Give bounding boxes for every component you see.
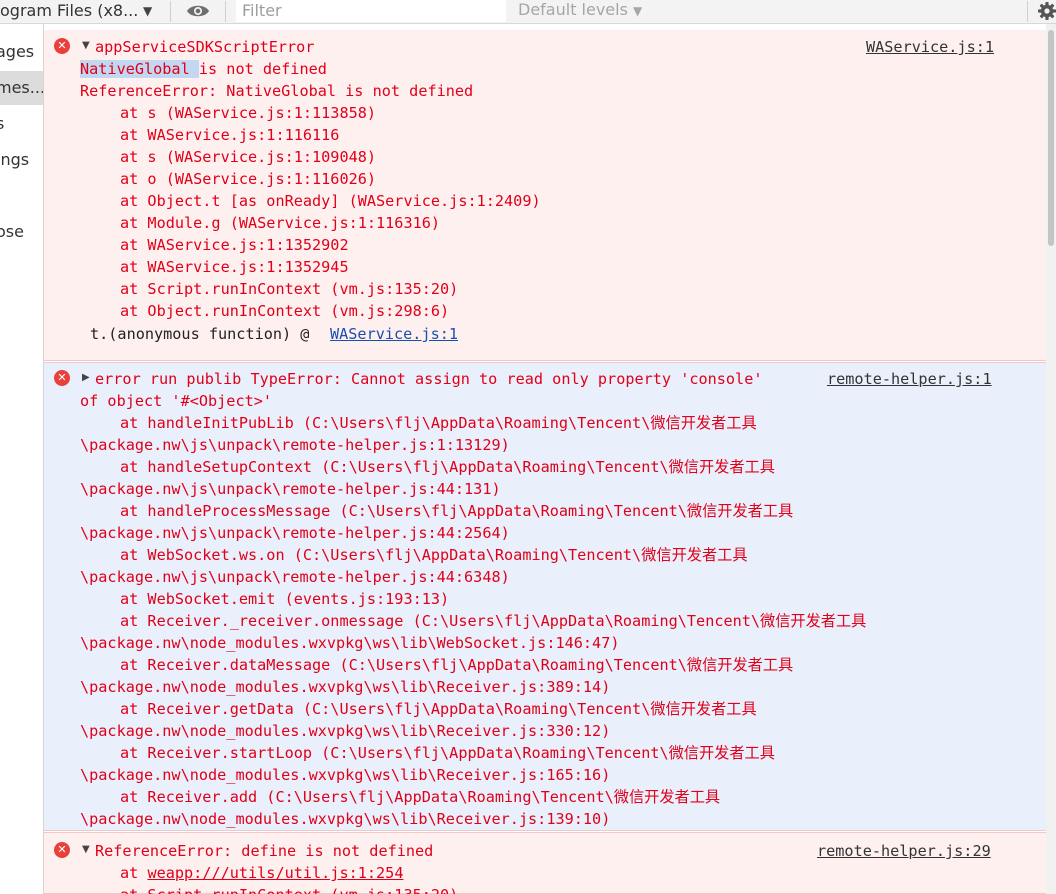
- stack-frame-cont: \package.nw\js\unpack\remote-helper.js:4…: [80, 568, 510, 586]
- stack-frame: at s (WAService.js:1:113858): [120, 104, 377, 122]
- stack-frame-cont: \package.nw\node_modules.wxvpkg\ws\lib\R…: [80, 678, 611, 696]
- log-levels-dropdown[interactable]: Default levels ▼: [518, 0, 642, 21]
- expanded-arrow-icon[interactable]: ▼: [82, 844, 90, 855]
- filter-input[interactable]: Filter: [236, 0, 506, 22]
- error-icon: ✕: [54, 842, 70, 858]
- stack-frame: at WebSocket.ws.on (C:\Users\flj\AppData…: [120, 546, 748, 564]
- stack-frame: at WAService.js:1:116116: [120, 126, 340, 144]
- console-error-message[interactable]: ✕ ▼ ReferenceError: define is not define…: [44, 832, 1046, 894]
- sidebar-item-errors[interactable]: s: [0, 107, 43, 141]
- source-link[interactable]: remote-helper.js:1: [827, 368, 992, 390]
- vertical-scrollbar[interactable]: [1046, 24, 1056, 894]
- dropdown-arrow-icon: ▼: [143, 4, 153, 18]
- stack-frame-cont: \package.nw\js\unpack\remote-helper.js:4…: [80, 524, 510, 542]
- collapsed-arrow-icon[interactable]: ▶: [82, 372, 90, 383]
- message-line: of object '#<Object>': [80, 392, 273, 410]
- stack-frame: at weapp:///utils/util.js:1:254: [120, 862, 403, 884]
- stack-frame-prefix: at: [120, 864, 148, 882]
- sidebar-item-selected[interactable]: mes...: [0, 71, 43, 105]
- stack-frame: at Receiver._receiver.onmessage (C:\User…: [120, 612, 867, 630]
- stack-frame-link[interactable]: weapp:///utils/util.js:1:254: [147, 864, 403, 882]
- sidebar-item-verbose[interactable]: ose: [0, 215, 43, 249]
- console-toolbar: ogram Files (x8... ▼ Filter Default leve…: [0, 0, 1056, 24]
- stack-frame: at WAService.js:1:1352945: [120, 258, 349, 276]
- stack-frame: at Receiver.startLoop (C:\Users\flj\AppD…: [120, 744, 775, 762]
- stack-frame: at WebSocket.emit (events.js:193:13): [120, 590, 450, 608]
- message-line-text: is not defined: [198, 60, 327, 78]
- stack-frame: at Receiver.dataMessage (C:\Users\flj\Ap…: [120, 656, 794, 674]
- console-error-message[interactable]: ✕ ▶ error run publib TypeError: Cannot a…: [44, 362, 1046, 831]
- context-label: ogram Files (x8...: [0, 1, 139, 20]
- stack-frame-cont: \package.nw\node_modules.wxvpkg\ws\lib\R…: [80, 810, 611, 828]
- stack-frame: at handleInitPubLib (C:\Users\flj\AppDat…: [120, 414, 757, 432]
- stack-frame-cont: \package.nw\node_modules.wxvpkg\ws\lib\W…: [80, 634, 620, 652]
- stack-frame: at s (WAService.js:1:109048): [120, 148, 377, 166]
- message-title: appServiceSDKScriptError: [95, 38, 315, 56]
- source-link[interactable]: WAService.js:1: [866, 36, 994, 58]
- console-messages: ✕ ▼ appServiceSDKScriptError WAService.j…: [44, 24, 1046, 894]
- stack-frame: at Receiver.add (C:\Users\flj\AppData\Ro…: [120, 788, 721, 806]
- stack-frame-cont: \package.nw\js\unpack\remote-helper.js:4…: [80, 480, 501, 498]
- expanded-arrow-icon[interactable]: ▼: [82, 40, 90, 51]
- stack-frame: at Object.runInContext (vm.js:298:6): [120, 302, 450, 320]
- sidebar-item-warnings[interactable]: ings: [0, 143, 43, 177]
- console-error-message[interactable]: ✕ ▼ appServiceSDKScriptError WAService.j…: [44, 30, 1046, 361]
- toolbar-divider: [225, 1, 226, 22]
- stack-frame: at handleProcessMessage (C:\Users\flj\Ap…: [120, 502, 794, 520]
- stack-frame-cont: \package.nw\node_modules.wxvpkg\ws\lib\R…: [80, 722, 611, 740]
- console-sidebar: ages mes... s ings ose: [0, 24, 44, 894]
- stack-frame: at Module.g (WAService.js:1:116316): [120, 214, 441, 232]
- toolbar-divider: [170, 1, 171, 22]
- stack-frame: at Script.runInContext (vm.js:135:20): [120, 280, 459, 298]
- stack-frame-cont: \package.nw\js\unpack\remote-helper.js:1…: [80, 436, 510, 454]
- stack-frame: at Script.runInContext (vm.js:135:20): [120, 884, 458, 894]
- stack-frame: at WAService.js:1:1352902: [120, 236, 349, 254]
- toolbar-divider: [1027, 1, 1028, 22]
- message-title: error run publib TypeError: Cannot assig…: [95, 370, 763, 388]
- stack-frame: at handleSetupContext (C:\Users\flj\AppD…: [120, 458, 775, 476]
- scrollbar-thumb[interactable]: [1048, 30, 1054, 246]
- sidebar-item-messages[interactable]: ages: [0, 35, 43, 69]
- context-selector[interactable]: ogram Files (x8... ▼: [0, 0, 152, 22]
- stack-frame-cont: \package.nw\node_modules.wxvpkg\ws\lib\R…: [80, 766, 611, 784]
- caller-link[interactable]: WAService.js:1: [330, 323, 458, 345]
- chevron-down-icon: ▼: [633, 4, 643, 18]
- error-icon: ✕: [54, 38, 70, 54]
- message-line: ReferenceError: NativeGlobal is not defi…: [80, 82, 474, 100]
- stack-frame: at Object.t [as onReady] (WAService.js:1…: [120, 192, 541, 210]
- stack-frame: at Receiver.getData (C:\Users\flj\AppDat…: [120, 700, 757, 718]
- error-icon: ✕: [54, 370, 70, 386]
- caller-label: t.(anonymous function) @: [90, 325, 310, 343]
- gear-icon[interactable]: [1036, 0, 1056, 22]
- selected-text: NativeGlobal: [80, 60, 199, 78]
- eye-icon[interactable]: [186, 3, 210, 19]
- log-levels-label: Default levels: [518, 0, 628, 19]
- stack-frame: at o (WAService.js:1:116026): [120, 170, 377, 188]
- message-title: ReferenceError: define is not defined: [95, 842, 434, 860]
- message-line: NativeGlobal is not defined: [80, 58, 327, 80]
- source-link[interactable]: remote-helper.js:29: [817, 840, 991, 862]
